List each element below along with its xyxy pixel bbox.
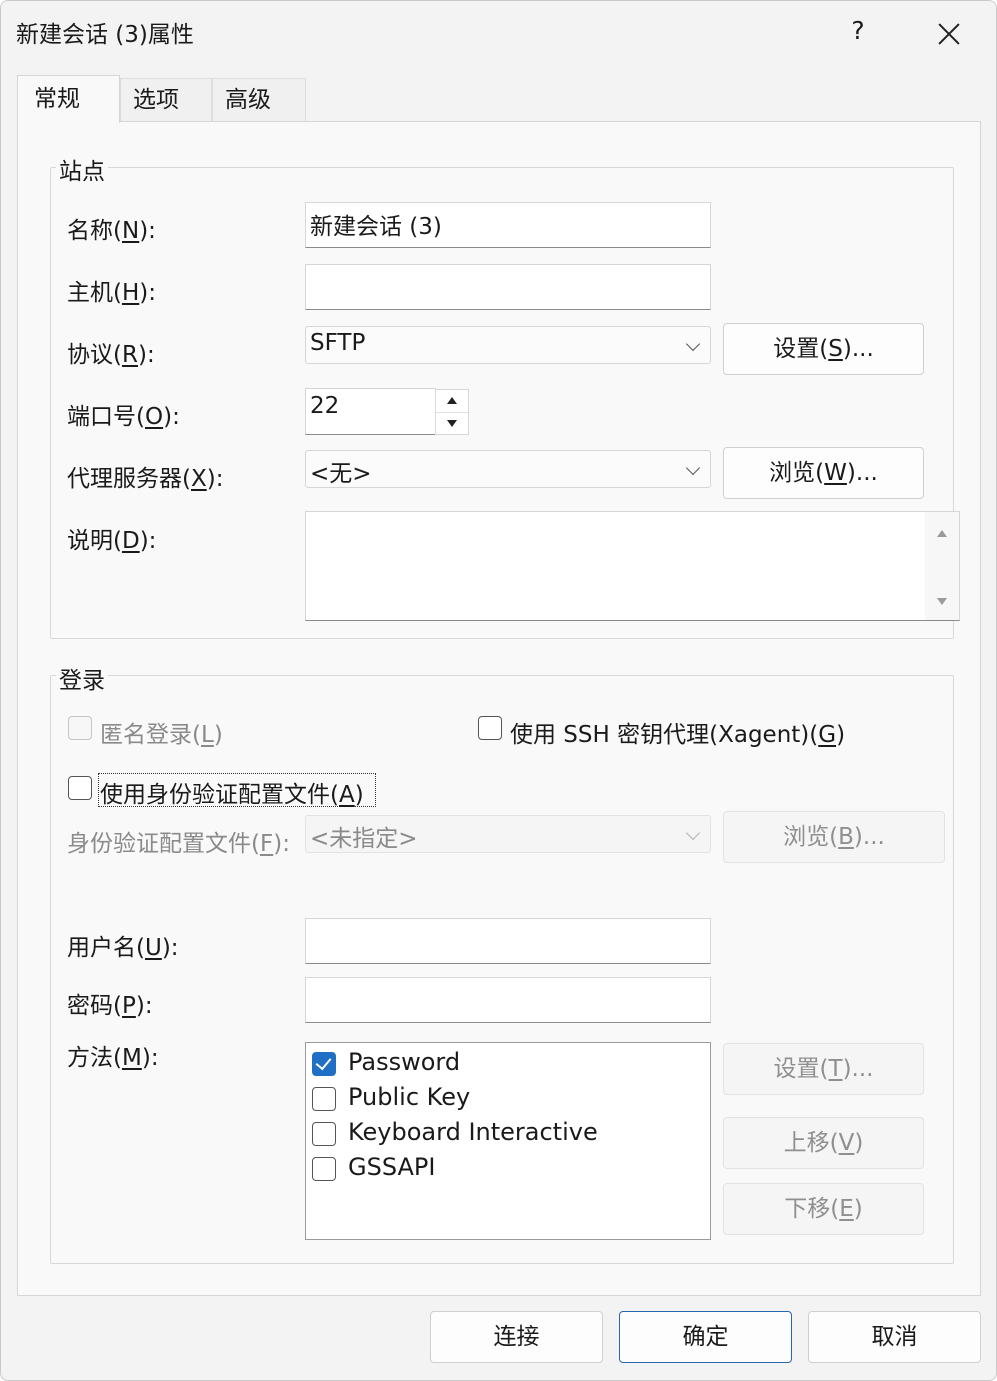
password-field[interactable] bbox=[305, 977, 711, 1023]
protocol-value: SFTP bbox=[310, 330, 366, 356]
protocol-select[interactable]: SFTP bbox=[305, 326, 711, 364]
port-decrement[interactable] bbox=[436, 412, 468, 434]
tab-general[interactable]: 常规 bbox=[17, 75, 120, 123]
method-keyboard-interactive-checkbox[interactable] bbox=[312, 1122, 336, 1146]
ok-button[interactable]: 确定 bbox=[619, 1311, 792, 1363]
close-button[interactable] bbox=[923, 11, 973, 51]
method-label: 方法(M): bbox=[67, 1045, 159, 1071]
connect-button[interactable]: 连接 bbox=[430, 1311, 603, 1363]
name-field[interactable]: 新建会话 (3) bbox=[305, 202, 711, 248]
port-increment[interactable] bbox=[436, 390, 468, 413]
proxy-select[interactable]: <无> bbox=[305, 450, 711, 488]
name-label: 名称(N): bbox=[67, 218, 156, 244]
method-password-label: Password bbox=[348, 1048, 461, 1076]
window-title: 新建会话 (3)属性 bbox=[16, 22, 194, 48]
properties-dialog: 新建会话 (3)属性 ? 常规 选项 高级 站点 名称(N): 新建会话 (3)… bbox=[0, 0, 997, 1381]
username-field[interactable] bbox=[305, 918, 711, 964]
ssh-agent-label: 使用 SSH 密钥代理(Xagent)(G) bbox=[510, 722, 846, 748]
site-group-label: 站点 bbox=[56, 152, 108, 186]
method-list[interactable]: Password Public Key Keyboard Interactive… bbox=[305, 1042, 711, 1240]
auth-profile-checkbox-label: 使用身份验证配置文件(A) bbox=[100, 782, 364, 808]
proxy-label: 代理服务器(X): bbox=[67, 466, 224, 492]
method-keyboard-interactive-label: Keyboard Interactive bbox=[348, 1118, 598, 1146]
method-password-checkbox[interactable] bbox=[312, 1052, 336, 1076]
port-label: 端口号(O): bbox=[67, 404, 180, 430]
ssh-agent-checkbox[interactable] bbox=[478, 716, 502, 740]
scroll-down-icon[interactable] bbox=[937, 598, 947, 605]
chevron-down-icon bbox=[685, 825, 701, 841]
method-settings-button[interactable]: 设置(T)... bbox=[723, 1043, 924, 1095]
method-publickey-checkbox[interactable] bbox=[312, 1087, 336, 1111]
auth-profile-label: 身份验证配置文件(F): bbox=[67, 831, 290, 857]
method-gssapi-checkbox[interactable] bbox=[312, 1157, 336, 1181]
arrow-down-icon bbox=[447, 420, 457, 427]
cancel-button[interactable]: 取消 bbox=[808, 1311, 981, 1363]
proxy-browse-button[interactable]: 浏览(W)... bbox=[723, 447, 924, 499]
description-field[interactable] bbox=[305, 511, 960, 621]
port-field[interactable]: 22 bbox=[305, 388, 436, 435]
chevron-down-icon bbox=[685, 460, 701, 476]
username-label: 用户名(U): bbox=[67, 935, 179, 961]
proxy-value: <无> bbox=[310, 461, 372, 487]
protocol-label: 协议(R): bbox=[67, 342, 155, 368]
host-label: 主机(H): bbox=[67, 280, 157, 306]
auth-profile-value: <未指定> bbox=[310, 826, 418, 852]
description-label: 说明(D): bbox=[67, 528, 157, 554]
auth-profile-select[interactable]: <未指定> bbox=[305, 815, 711, 853]
login-group-label: 登录 bbox=[56, 661, 108, 695]
scroll-up-icon[interactable] bbox=[937, 530, 947, 537]
chevron-down-icon bbox=[685, 336, 701, 352]
tab-advanced[interactable]: 高级 bbox=[212, 78, 306, 121]
password-label: 密码(P): bbox=[67, 993, 153, 1019]
move-down-button[interactable]: 下移(E) bbox=[723, 1183, 924, 1235]
help-icon: ? bbox=[851, 16, 865, 45]
host-field[interactable] bbox=[305, 264, 711, 310]
method-publickey-label: Public Key bbox=[348, 1083, 471, 1111]
tab-options[interactable]: 选项 bbox=[120, 78, 212, 121]
anonymous-checkbox[interactable] bbox=[68, 716, 92, 740]
help-button[interactable]: ? bbox=[833, 11, 883, 51]
method-gssapi-label: GSSAPI bbox=[348, 1153, 436, 1181]
port-stepper[interactable] bbox=[435, 389, 469, 435]
arrow-up-icon bbox=[447, 397, 457, 404]
move-up-button[interactable]: 上移(V) bbox=[723, 1117, 924, 1169]
anonymous-label: 匿名登录(L) bbox=[100, 722, 223, 748]
description-scrollbar[interactable] bbox=[925, 512, 959, 620]
protocol-settings-button[interactable]: 设置(S)... bbox=[723, 323, 924, 375]
auth-profile-checkbox[interactable] bbox=[68, 776, 92, 800]
title-bar: 新建会话 (3)属性 ? bbox=[1, 1, 996, 61]
auth-profile-browse-button[interactable]: 浏览(B)... bbox=[723, 811, 945, 863]
